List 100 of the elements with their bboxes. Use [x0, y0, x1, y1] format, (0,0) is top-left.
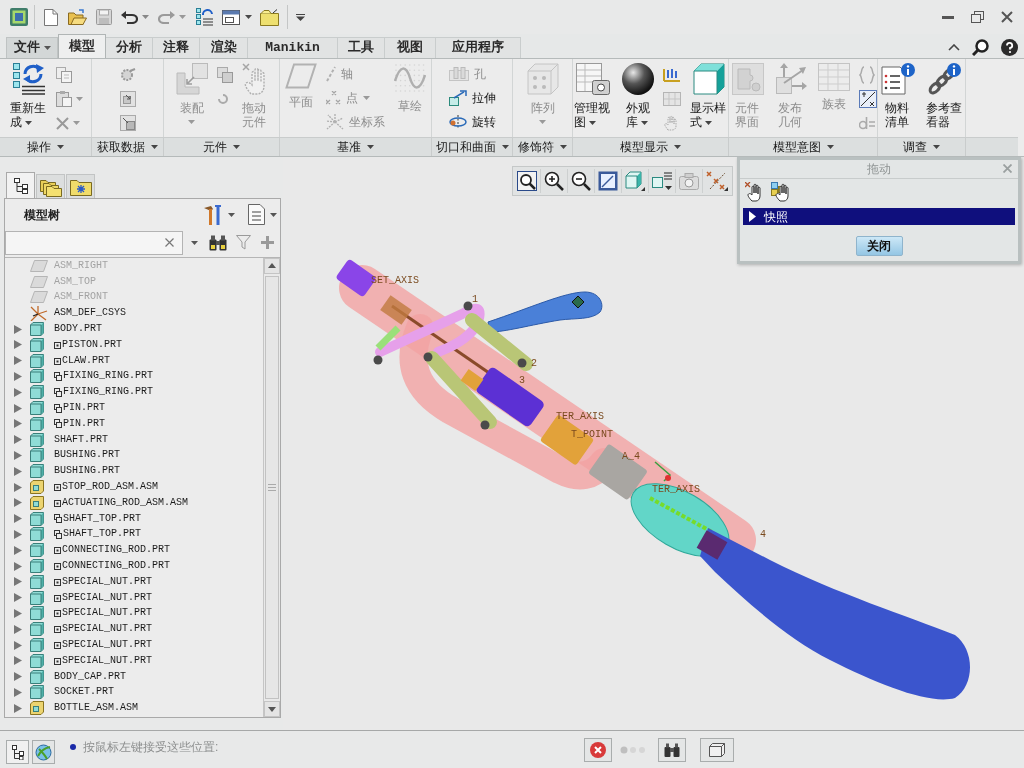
group-menu-button[interactable]: 修饰符 [513, 137, 573, 156]
new-file-icon[interactable] [44, 8, 58, 26]
expand-arrow-icon[interactable] [14, 403, 22, 413]
zoom-out-icon[interactable] [571, 171, 591, 191]
expand-arrow-icon[interactable] [14, 561, 22, 571]
expand-arrow-icon[interactable] [14, 672, 22, 682]
repaint-icon[interactable] [598, 171, 618, 191]
import-box-icon[interactable] [119, 91, 136, 107]
tree-item-label[interactable]: SPECIAL_NUT.PRT [62, 623, 152, 636]
stop-button[interactable] [584, 738, 612, 762]
tree-item-label[interactable]: FIXING_RING.PRT [63, 370, 153, 383]
braces-icon[interactable] [858, 66, 875, 84]
tree-item-label[interactable]: STOP_ROD_ASM.ASM [62, 481, 158, 494]
display-style-button[interactable]: 显示样式 [688, 59, 729, 129]
collapse-ribbon-icon[interactable] [948, 43, 960, 51]
relations-icon[interactable] [858, 116, 875, 130]
expand-arrow-icon[interactable] [14, 624, 22, 634]
expand-arrow-icon[interactable] [14, 340, 22, 350]
refit-icon[interactable] [517, 171, 537, 191]
caret-icon[interactable] [228, 212, 235, 217]
tree-item-label[interactable]: BODY.PRT [54, 323, 102, 336]
tree-item-label[interactable]: SPECIAL_NUT.PRT [62, 654, 152, 667]
revolve-button[interactable]: 旋转 [448, 110, 496, 134]
filter-icon[interactable] [236, 235, 251, 250]
tree-item-label[interactable]: SPECIAL_NUT.PRT [62, 607, 152, 620]
expand-arrow-icon[interactable] [14, 482, 22, 492]
caret-icon[interactable] [245, 15, 252, 19]
group-menu-button[interactable]: 模型显示 [573, 137, 729, 156]
appearance-gallery-button[interactable]: 外观库 [620, 59, 656, 129]
expand-arrow-icon[interactable] [14, 687, 22, 697]
expand-arrow-icon[interactable] [14, 656, 22, 666]
ribbon-tab[interactable]: 应用程序 [436, 37, 521, 58]
clipboard-icon[interactable] [56, 91, 72, 107]
restore-icon[interactable] [971, 11, 984, 23]
ribbon-tab[interactable]: 注释 [153, 37, 200, 58]
clear-icon[interactable] [165, 238, 174, 247]
copy-icon[interactable] [56, 67, 72, 83]
open-folder-icon[interactable] [68, 9, 87, 25]
gear-icon[interactable] [119, 68, 136, 82]
scroll-up-icon[interactable] [264, 258, 280, 274]
window-icon[interactable] [222, 9, 240, 25]
bar-chart-icon[interactable] [663, 68, 681, 82]
merge-box-icon[interactable] [119, 115, 136, 131]
caret-icon[interactable] [270, 212, 277, 217]
datum-display-icon[interactable] [706, 171, 728, 191]
minimize-icon[interactable] [942, 15, 954, 19]
expand-arrow-icon[interactable] [14, 608, 22, 618]
extrude-button[interactable]: 拉伸 [448, 86, 496, 110]
group-menu-button[interactable]: 元件 [164, 137, 280, 156]
reference-viewer-button[interactable]: 参考查看器 [923, 59, 965, 129]
arc-icon[interactable] [216, 93, 229, 105]
expand-arrow-icon[interactable] [14, 703, 22, 713]
bill-of-materials-button[interactable]: 物料清单 [878, 59, 917, 129]
file-menu-button[interactable]: 文件 [6, 37, 58, 58]
folder-icon[interactable] [260, 8, 279, 26]
scroll-down-icon[interactable] [264, 701, 280, 717]
tree-item-label[interactable]: BUSHING.PRT [54, 465, 120, 478]
tree-item-label[interactable]: SHAFT_TOP.PRT [63, 512, 141, 525]
expand-arrow-icon[interactable] [14, 450, 22, 460]
expand-arrow-icon[interactable] [14, 593, 22, 603]
ribbon-tab[interactable]: 分析 [106, 37, 153, 58]
caret-icon[interactable] [191, 240, 198, 245]
box-select-button[interactable] [700, 738, 734, 762]
scrollbar[interactable] [263, 258, 280, 717]
tree-item-label[interactable]: FIXING_RING.PRT [63, 386, 153, 399]
section-header[interactable]: 快照 [743, 208, 1015, 225]
help-icon[interactable] [1001, 38, 1018, 56]
assembly-model-drawing[interactable] [335, 258, 970, 700]
group-menu-button[interactable]: 模型意图 [729, 137, 878, 156]
group-menu-button[interactable]: 基准 [280, 137, 432, 156]
zoom-in-icon[interactable] [544, 171, 564, 191]
regenerate-small-icon[interactable] [196, 8, 213, 26]
regenerate-button[interactable]: 重新生成 [8, 59, 49, 129]
close-icon[interactable] [1001, 11, 1013, 23]
ribbon-tab[interactable]: 渲染 [200, 37, 248, 58]
group-menu-button[interactable]: 切口和曲面 [432, 137, 513, 156]
camera-icon[interactable] [679, 172, 699, 190]
expand-arrow-icon[interactable] [14, 466, 22, 476]
group-menu-button[interactable]: 获取数据 [92, 137, 164, 156]
undo-icon[interactable] [121, 10, 138, 24]
expand-arrow-icon[interactable] [14, 324, 22, 334]
tree-item-label[interactable]: PISTON.PRT [62, 338, 122, 351]
expand-arrow-icon[interactable] [14, 529, 22, 539]
search-field[interactable] [5, 230, 183, 255]
ribbon-tab[interactable]: 工具 [338, 37, 385, 58]
expand-arrow-icon[interactable] [14, 545, 22, 555]
orientation-cube-icon[interactable] [625, 171, 645, 191]
expand-arrow-icon[interactable] [14, 498, 22, 508]
expand-arrow-icon[interactable] [14, 356, 22, 366]
manage-views-button[interactable]: 管理视图 [572, 59, 613, 129]
expand-arrow-icon[interactable] [14, 371, 22, 381]
ribbon-tab[interactable]: 模型 [58, 34, 106, 58]
tree-item-label[interactable]: BOTTLE_ASM.ASM [54, 702, 138, 715]
tree-toggle-button[interactable] [6, 740, 29, 764]
tree-item-label[interactable]: SPECIAL_NUT.PRT [62, 591, 152, 604]
tree-item-label[interactable]: SHAFT.PRT [54, 433, 108, 446]
list-icon[interactable] [248, 204, 265, 225]
tree-item-label[interactable]: SPECIAL_NUT.PRT [62, 575, 152, 588]
expand-arrow-icon[interactable] [14, 640, 22, 650]
plus-icon[interactable] [261, 236, 274, 249]
